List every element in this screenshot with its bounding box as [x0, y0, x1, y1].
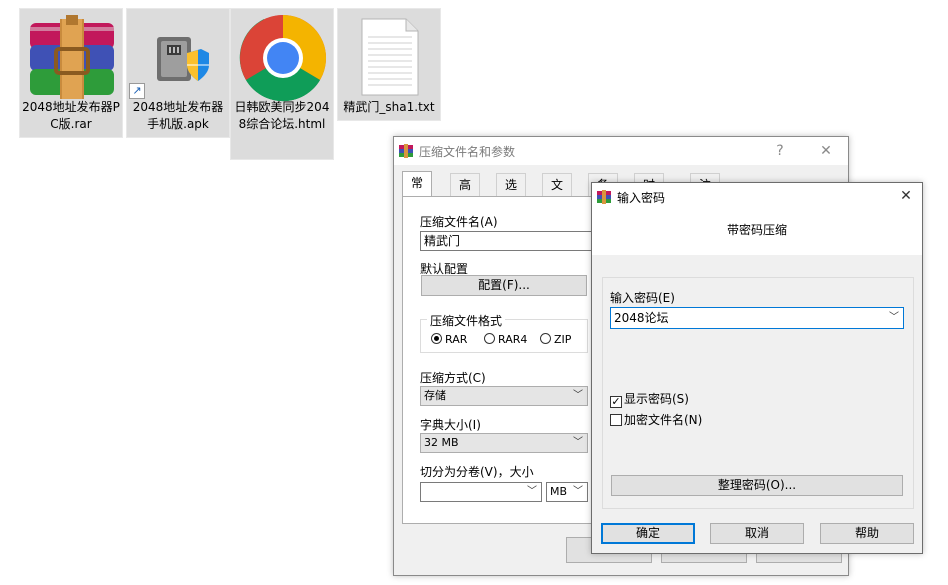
winrar-app-icon — [399, 144, 413, 158]
archive-format-group-title: 压缩文件格式 — [427, 312, 506, 329]
split-size-input[interactable]: ﹀ — [420, 482, 542, 502]
radio-icon — [540, 333, 551, 344]
winrar-archive-icon — [20, 9, 122, 99]
compression-method-label: 压缩方式(C) — [420, 371, 486, 385]
radio-icon — [484, 333, 495, 344]
help-title-button[interactable]: ? — [766, 141, 794, 161]
chevron-down-icon: ﹀ — [573, 486, 583, 497]
dictionary-size-label: 字典大小(I) — [420, 418, 481, 432]
chevron-down-icon[interactable]: ﹀ — [889, 308, 899, 328]
desktop-icon-label: 精武门_sha1.txt — [343, 100, 435, 114]
archive-name-input[interactable]: 精武门 — [420, 231, 620, 251]
dialog-header: 带密码压缩 — [592, 209, 922, 255]
encrypt-filenames-checkbox[interactable]: 加密文件名(N) — [610, 411, 702, 428]
chrome-icon — [231, 9, 333, 102]
ok-button[interactable]: 确定 — [601, 523, 695, 544]
text-file-icon — [338, 9, 440, 99]
chevron-down-icon: ﹀ — [527, 486, 537, 497]
compression-method-value: 存储 — [424, 389, 446, 402]
password-label: 输入密码(E) — [610, 291, 675, 305]
dictionary-size-value: 32 MB — [424, 436, 459, 449]
password-value: 2048论坛 — [614, 311, 669, 325]
dictionary-size-select[interactable]: 32 MB ﹀ — [420, 433, 588, 453]
desktop-icon-label: 日韩欧美同步2048综合论坛.html — [234, 100, 330, 131]
compression-method-select[interactable]: 存储 ﹀ — [420, 386, 588, 406]
split-unit-select[interactable]: MB ﹀ — [546, 482, 588, 502]
password-input[interactable]: 2048论坛 ﹀ — [610, 307, 904, 329]
dialog-title: 压缩文件名和参数 — [419, 145, 516, 159]
split-unit-value: MB — [550, 485, 568, 498]
enter-password-dialog: 输入密码 ✕ 带密码压缩 输入密码(E) 2048论坛 ﹀ ✓ 显示密码(S) 加… — [591, 182, 923, 554]
split-volumes-label: 切分为分卷(V)，大小 — [420, 465, 534, 479]
format-rar4-radio[interactable]: RAR4 — [484, 333, 527, 346]
chevron-down-icon: ﹀ — [573, 437, 583, 448]
dialog-titlebar[interactable]: 输入密码 ✕ — [592, 183, 922, 209]
desktop-icon-label: 2048地址发布器PC版.rar — [22, 100, 120, 131]
dialog-titlebar[interactable]: 压缩文件名和参数 ? ✕ — [394, 137, 848, 165]
format-zip-radio[interactable]: ZIP — [540, 333, 571, 346]
password-heading: 带密码压缩 — [727, 223, 788, 237]
desktop-icon-label: 2048地址发布器手机版.apk — [132, 100, 224, 131]
tab-advanced[interactable]: 高级 — [450, 173, 481, 214]
checkbox-checked-icon: ✓ — [610, 395, 622, 408]
organize-passwords-button[interactable]: 整理密码(O)... — [611, 475, 903, 496]
chevron-down-icon: ﹀ — [573, 390, 583, 401]
cancel-button[interactable]: 取消 — [710, 523, 804, 544]
archive-name-label: 压缩文件名(A) — [420, 215, 498, 229]
desktop-icon-apk[interactable]: ↗ 2048地址发布器手机版.apk — [126, 8, 230, 138]
shortcut-arrow-icon: ↗ — [129, 83, 145, 99]
tab-general[interactable]: 常规 — [402, 171, 433, 212]
format-rar-radio[interactable]: RAR — [431, 333, 467, 346]
winrar-app-icon — [597, 190, 611, 204]
desktop-icon-txt[interactable]: 精武门_sha1.txt — [337, 8, 441, 121]
archive-format-group: 压缩文件格式 RAR RAR4 ZIP — [420, 312, 588, 353]
help-button[interactable]: 帮助 — [820, 523, 914, 544]
dialog-title: 输入密码 — [617, 191, 666, 205]
desktop-icon-rar[interactable]: 2048地址发布器PC版.rar — [19, 8, 123, 138]
tab-options[interactable]: 选项 — [496, 173, 527, 214]
tab-files[interactable]: 文件 — [542, 173, 573, 214]
checkbox-icon — [610, 414, 622, 426]
show-password-checkbox[interactable]: ✓ 显示密码(S) — [610, 390, 689, 408]
desktop-icon-html[interactable]: 日韩欧美同步2048综合论坛.html — [230, 8, 334, 160]
profile-config-button[interactable]: 配置(F)... — [421, 275, 587, 296]
password-panel: 输入密码(E) 2048论坛 ﹀ ✓ 显示密码(S) 加密文件名(N) 整理密码(… — [602, 277, 914, 509]
close-icon[interactable]: ✕ — [812, 141, 840, 161]
close-icon[interactable]: ✕ — [892, 186, 920, 206]
apk-file-icon: ↗ — [127, 9, 229, 99]
radio-selected-icon — [431, 333, 442, 344]
